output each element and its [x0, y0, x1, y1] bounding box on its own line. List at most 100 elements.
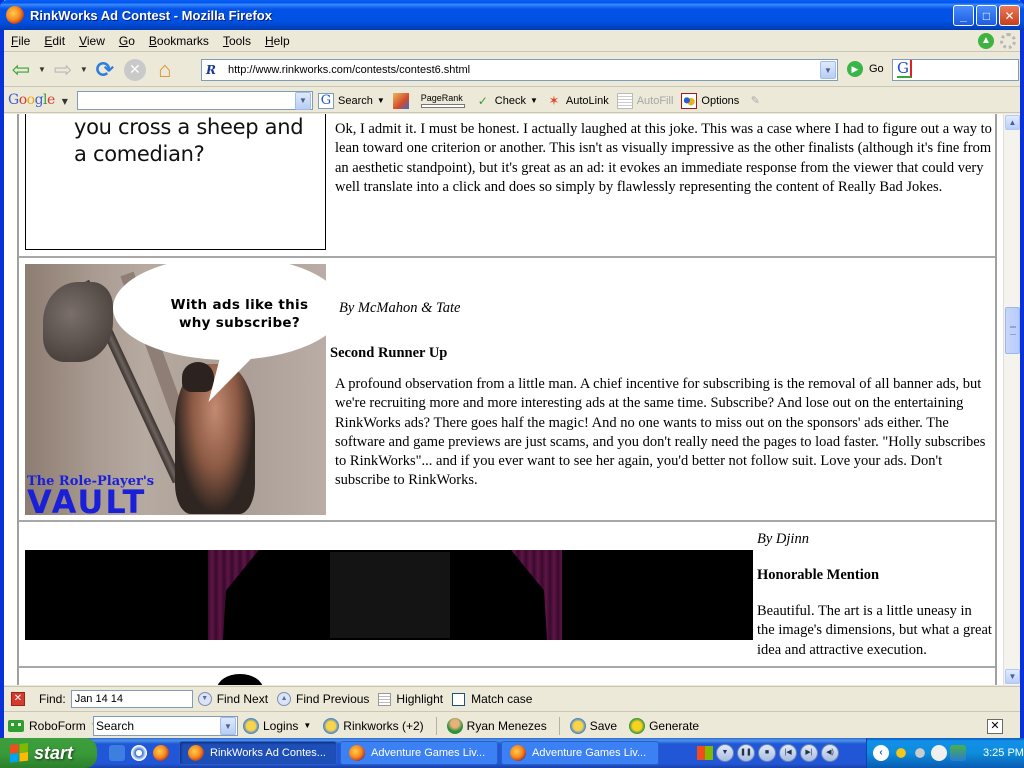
menu-view[interactable]: View	[72, 34, 112, 48]
start-button[interactable]: start	[0, 738, 97, 768]
page-content: you cross a sheep and a comedian? Ok, I …	[4, 114, 1003, 685]
media-player-icon[interactable]	[131, 745, 147, 761]
arrow-down-icon: ▼	[197, 692, 212, 706]
vertical-scrollbar[interactable]: ▲ ▼	[1003, 114, 1020, 685]
minimize-button[interactable]: _	[953, 5, 974, 26]
navigation-toolbar: ⇦ ▼ ⇨ ▼ ⟳ ✕ ⌂ R http://www.rinkworks.com…	[4, 53, 1020, 87]
back-button[interactable]: ⇦	[8, 57, 34, 83]
menu-file[interactable]: File	[4, 34, 37, 48]
google-engine-icon[interactable]: G	[897, 60, 912, 78]
options-button[interactable]: Options	[681, 92, 739, 109]
save-button[interactable]: Save	[569, 717, 617, 734]
site-favicon: R	[206, 63, 216, 77]
rinkworks-logins-button[interactable]: Rinkworks (+2)	[323, 717, 424, 734]
scroll-down-button[interactable]: ▼	[1005, 669, 1020, 684]
firefox-icon[interactable]	[153, 745, 169, 761]
really-bad-jokes-ad[interactable]: you cross a sheep and a comedian?	[25, 114, 326, 250]
taskbar-item[interactable]: Adventure Games Liv...	[501, 741, 659, 765]
autofill-button[interactable]: AutoFill	[616, 92, 673, 109]
network-users-icon[interactable]	[950, 745, 966, 761]
roboform-menu-button[interactable]: RoboForm ▼	[4, 719, 99, 733]
roboform-search-dropdown[interactable]: ▼	[220, 717, 236, 735]
search-bar[interactable]: G	[892, 59, 1019, 81]
judge-comment: Ok, I admit it. I must be honest. I actu…	[335, 121, 992, 195]
role-players-vault-ad[interactable]: With ads like this why subscribe? The Ro…	[25, 264, 326, 515]
taskbar-item[interactable]: RinkWorks Ad Contes...	[179, 741, 337, 765]
popup-blocker-button[interactable]	[392, 92, 413, 109]
menu-tools[interactable]: Tools	[216, 34, 258, 48]
find-input[interactable]: Jan 14 14	[70, 690, 193, 708]
aim-icon[interactable]	[893, 745, 909, 761]
identity-button[interactable]: Ryan Menezes	[446, 717, 547, 734]
browser-window: RinkWorks Ad Contest - Mozilla Firefox _…	[0, 0, 1024, 738]
windows-logo-icon	[10, 743, 28, 763]
curtain-banner-ad[interactable]	[25, 550, 753, 640]
pagerank-bar	[420, 103, 465, 108]
taskbar-item[interactable]: Adventure Games Liv...	[340, 741, 498, 765]
highlight-button[interactable]: ✎	[747, 93, 767, 109]
axe-head	[43, 282, 113, 362]
entry-byline: By Djinn	[757, 531, 809, 547]
maximize-button[interactable]: □	[976, 5, 997, 26]
title-bar[interactable]: RinkWorks Ad Contest - Mozilla Firefox _…	[0, 0, 1024, 30]
curtain-left	[208, 550, 259, 640]
close-button[interactable]: ✕	[999, 5, 1020, 26]
match-case-checkbox[interactable]: Match case	[452, 692, 532, 706]
url-input[interactable]: http://www.rinkworks.com/contests/contes…	[228, 64, 820, 76]
back-history-dropdown[interactable]: ▼	[38, 65, 46, 74]
subscribe-ad-graphic	[217, 674, 263, 685]
find-close-button[interactable]: ✕	[11, 692, 25, 706]
judge-comment: Beautiful. The art is a little uneasy in…	[757, 603, 992, 658]
google-search-dropdown[interactable]: ▼	[295, 91, 311, 110]
address-bar[interactable]: R http://www.rinkworks.com/contests/cont…	[201, 59, 838, 81]
google-search-button[interactable]: G Search ▼	[318, 92, 385, 109]
roboform-search-input[interactable]: Search ▼	[93, 716, 238, 736]
forward-button[interactable]: ⇨	[50, 57, 76, 83]
url-history-dropdown[interactable]: ▼	[820, 61, 836, 79]
volume-icon[interactable]	[912, 745, 928, 761]
stop-media-button[interactable]: ■	[758, 744, 776, 762]
generate-button[interactable]: Generate	[629, 717, 699, 734]
options-icon	[681, 92, 698, 109]
magic-wand-icon: ✶	[548, 92, 560, 108]
autofill-icon	[616, 92, 633, 109]
volume-button[interactable]: ◀)	[821, 744, 839, 762]
google-logo[interactable]: Google ▼	[8, 92, 68, 108]
spellcheck-button[interactable]: ✓ Check ▼	[475, 93, 538, 109]
logins-button[interactable]: Logins ▼	[243, 717, 311, 734]
find-previous-button[interactable]: ▲ Find Previous	[277, 692, 369, 706]
ie-icon[interactable]	[109, 745, 125, 761]
highlight-all-button[interactable]: Highlight	[378, 692, 443, 706]
forward-history-dropdown[interactable]: ▼	[80, 65, 88, 74]
save-star-icon	[569, 717, 586, 734]
menu-go[interactable]: Go	[112, 34, 142, 48]
contest-results-table: you cross a sheep and a comedian? Ok, I …	[17, 114, 997, 685]
pagerank-indicator: PageRank	[420, 93, 467, 108]
home-button[interactable]: ⌂	[152, 57, 178, 83]
update-icon[interactable]: ▲	[978, 33, 994, 49]
google-search-input[interactable]: ▼	[77, 91, 313, 110]
go-button[interactable]: ▶ Go	[847, 61, 884, 77]
previous-track-button[interactable]: |◀	[779, 744, 797, 762]
reload-button[interactable]: ⟳	[92, 57, 118, 83]
passcard-icon	[323, 717, 340, 734]
pause-button[interactable]: ❚❚	[737, 744, 755, 762]
find-next-button[interactable]: ▼ Find Next	[197, 692, 268, 706]
media-menu-button[interactable]: ▼	[716, 744, 734, 762]
next-track-button[interactable]: ▶|	[800, 744, 818, 762]
menu-edit[interactable]: Edit	[37, 34, 72, 48]
show-hidden-icons-button[interactable]: ‹	[873, 745, 889, 761]
find-label: Find:	[39, 692, 66, 706]
subscribe-ad-partial[interactable]: SUBSCRIBE	[29, 682, 209, 685]
menu-help[interactable]: Help	[258, 34, 297, 48]
scroll-up-button[interactable]: ▲	[1005, 115, 1020, 130]
google-menu-dropdown[interactable]: ▼	[62, 97, 68, 106]
arrow-up-icon: ▲	[277, 692, 292, 706]
stop-button[interactable]: ✕	[123, 58, 146, 81]
scroll-thumb[interactable]	[1005, 307, 1020, 355]
autolink-button[interactable]: ✶ AutoLink	[546, 92, 608, 109]
firefox-icon	[6, 6, 24, 24]
menu-bookmarks[interactable]: Bookmarks	[142, 34, 216, 48]
roboform-close-button[interactable]: ✕	[987, 719, 1003, 734]
messenger-icon[interactable]	[931, 745, 947, 761]
